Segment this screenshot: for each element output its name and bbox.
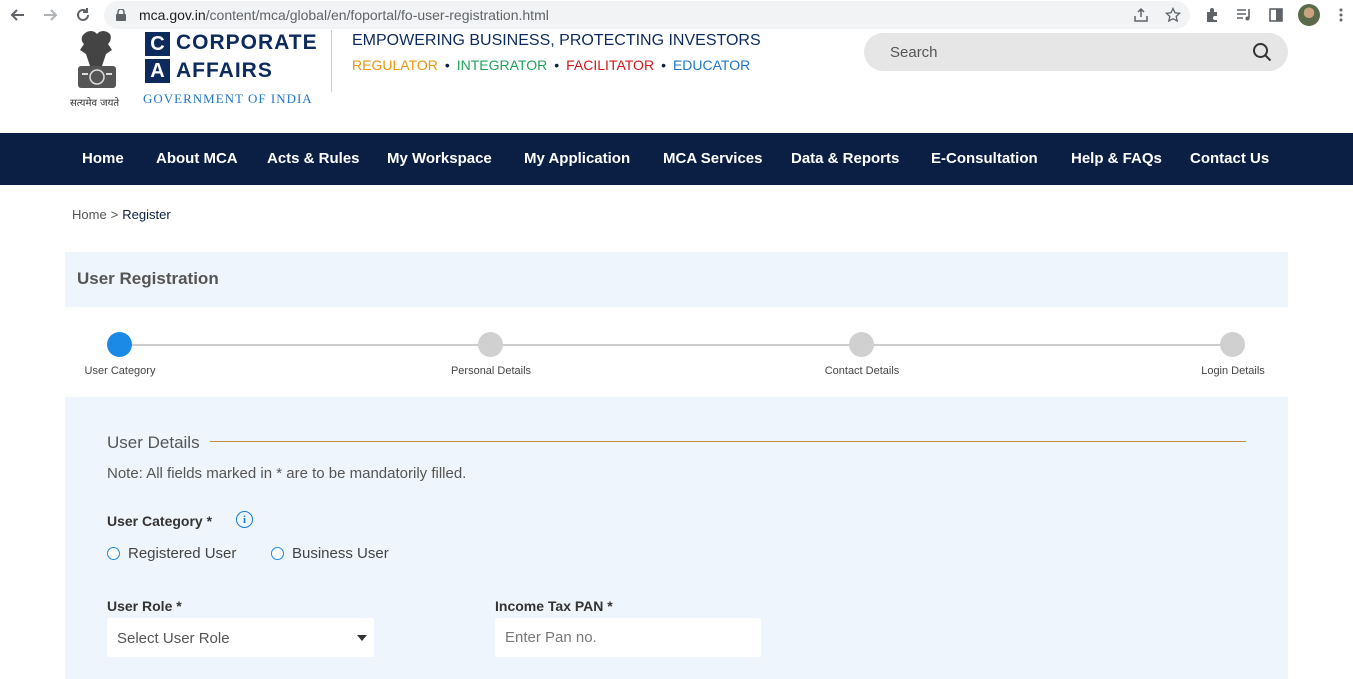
breadcrumb-home[interactable]: Home [72, 207, 107, 222]
side-panel-icon[interactable] [1266, 5, 1286, 25]
back-icon[interactable] [8, 5, 28, 25]
forward-icon[interactable] [40, 5, 60, 25]
step-dot-user-category [107, 332, 132, 357]
nav-contact-us[interactable]: Contact Us [1190, 150, 1269, 167]
logo-letter-c: C [145, 32, 170, 56]
section-divider [210, 441, 1246, 442]
role-separator: • [554, 57, 560, 73]
nav-acts-rules[interactable]: Acts & Rules [267, 150, 360, 167]
pan-input[interactable] [495, 618, 761, 657]
site-search-input[interactable]: Search [864, 33, 1288, 71]
step-dot-personal-details [478, 332, 503, 357]
bookmark-star-icon[interactable] [1163, 5, 1183, 25]
logo-letter-a: A [145, 59, 170, 83]
main-navigation: Home About MCA Acts & Rules My Workspace… [0, 133, 1353, 185]
address-bar[interactable]: mca.gov.in/content/mca/global/en/foporta… [104, 1, 1190, 29]
more-menu-icon[interactable] [1331, 5, 1351, 25]
user-role-select[interactable]: Select User Role [107, 618, 374, 657]
page-title: User Registration [77, 269, 219, 288]
radio-business-user[interactable]: Business User [271, 545, 389, 562]
stepper-track [120, 344, 1232, 346]
user-role-label: User Role * [107, 598, 182, 614]
search-icon[interactable] [1252, 42, 1272, 62]
share-icon[interactable] [1131, 5, 1151, 25]
header-divider [331, 30, 332, 92]
registration-stepper: User Category Personal Details Contact D… [65, 307, 1288, 397]
mandatory-note: Note: All fields marked in * are to be m… [107, 465, 467, 482]
user-category-label: User Category * [107, 513, 213, 529]
step-dot-login-details [1220, 332, 1245, 357]
profile-avatar[interactable] [1298, 4, 1320, 26]
media-queue-icon[interactable] [1234, 5, 1254, 25]
chevron-down-icon [357, 635, 367, 641]
site-header: सत्यमेव जयते C CORPORATE A AFFAIRS GOVER… [0, 30, 1353, 133]
breadcrumb: Home > Register [72, 207, 171, 222]
nav-about-mca[interactable]: About MCA [156, 150, 238, 167]
logo-word-affairs: AFFAIRS [176, 59, 273, 82]
search-placeholder: Search [890, 44, 938, 61]
browser-toolbar: mca.gov.in/content/mca/global/en/foporta… [0, 0, 1353, 30]
url-text: mca.gov.in/content/mca/global/en/foporta… [139, 7, 549, 23]
info-icon[interactable]: i [236, 511, 253, 528]
user-role-value: Select User Role [117, 630, 230, 647]
section-title: User Details [107, 433, 200, 452]
step-label-personal-details: Personal Details [450, 365, 532, 377]
breadcrumb-separator: > [110, 207, 119, 222]
role-regulator: REGULATOR [352, 57, 438, 73]
nav-data-reports[interactable]: Data & Reports [791, 150, 899, 167]
reload-icon[interactable] [73, 5, 93, 25]
nav-e-consultation[interactable]: E-Consultation [931, 150, 1038, 167]
pan-label: Income Tax PAN * [495, 598, 613, 614]
radio-circle[interactable] [107, 547, 120, 560]
nav-my-application[interactable]: My Application [524, 150, 630, 167]
step-label-login-details: Login Details [1201, 365, 1265, 377]
radio-circle[interactable] [271, 547, 284, 560]
radio-label-registered-user: Registered User [128, 545, 237, 562]
role-separator: • [661, 57, 666, 73]
emblem-motto: सत्यमेव जयते [70, 98, 120, 109]
nav-mca-services[interactable]: MCA Services [663, 150, 763, 167]
role-facilitator: FACILITATOR [566, 57, 655, 73]
nav-my-workspace[interactable]: My Workspace [387, 150, 492, 167]
role-list: REGULATOR • INTEGRATOR • FACILITATOR • E… [352, 57, 750, 73]
page-title-band: User Registration [65, 252, 1288, 307]
logo-word-corporate: CORPORATE [176, 31, 318, 54]
step-dot-contact-details [849, 332, 874, 357]
government-of-india-text: GOVERNMENT OF INDIA [143, 91, 313, 106]
step-label-contact-details: Contact Details [824, 365, 900, 377]
user-details-form: User Details Note: All fields marked in … [65, 397, 1288, 679]
extensions-icon[interactable] [1202, 5, 1222, 25]
radio-registered-user[interactable]: Registered User [107, 545, 236, 562]
radio-label-business-user: Business User [292, 545, 389, 562]
step-label-user-category: User Category [84, 365, 156, 377]
role-separator: • [444, 57, 450, 73]
breadcrumb-current: Register [122, 207, 171, 222]
role-integrator: INTEGRATOR [456, 57, 548, 73]
lock-icon [116, 9, 126, 21]
tagline: EMPOWERING BUSINESS, PROTECTING INVESTOR… [352, 32, 761, 49]
nav-help-faqs[interactable]: Help & FAQs [1071, 150, 1162, 167]
nav-home[interactable]: Home [82, 150, 124, 167]
role-educator: EDUCATOR [672, 57, 751, 73]
